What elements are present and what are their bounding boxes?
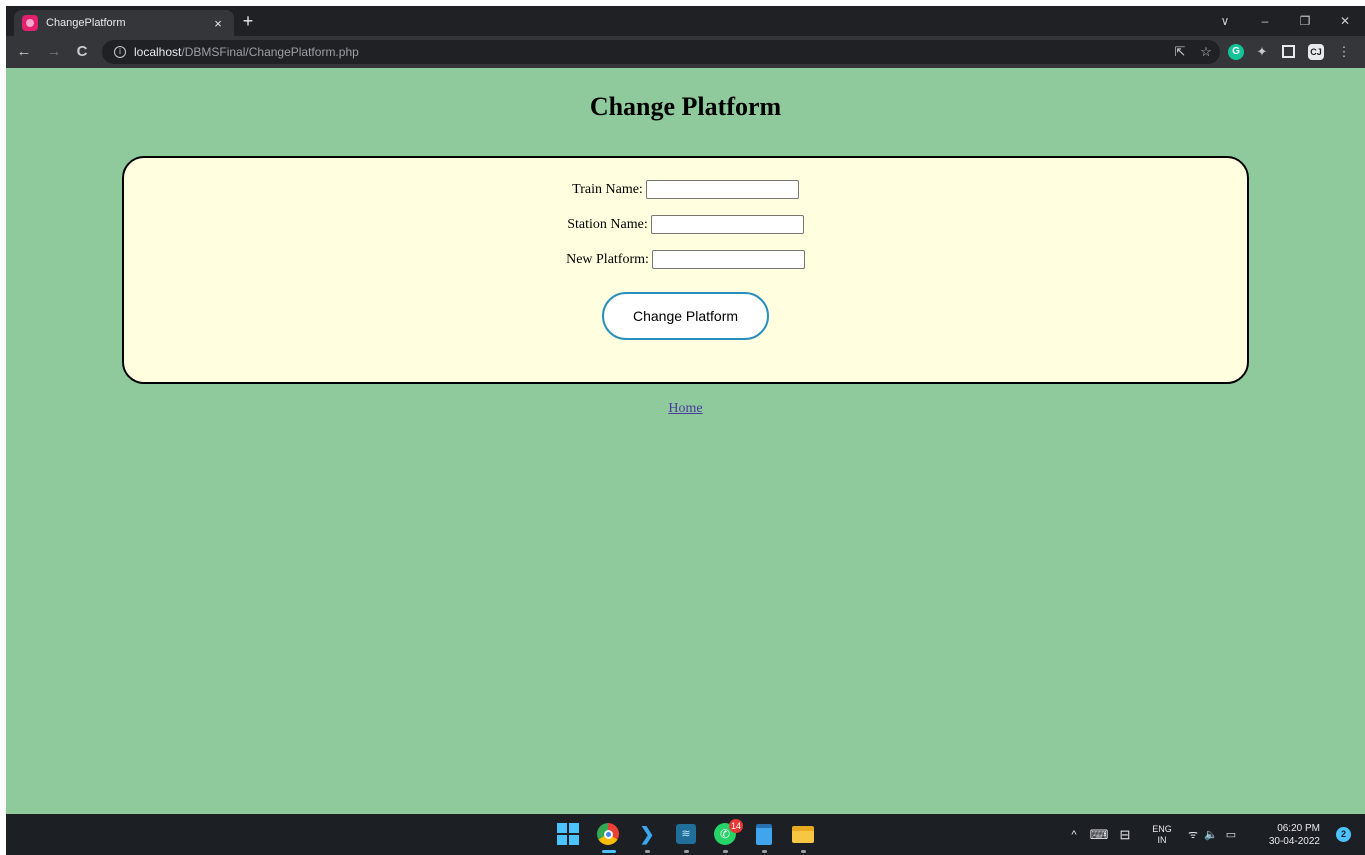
mysql-icon: ≋ [676, 824, 696, 844]
train-name-input[interactable] [645, 180, 799, 199]
reload-button[interactable]: C [72, 43, 92, 61]
wifi-icon[interactable]: ᯤ [1184, 814, 1202, 855]
clock-date: 30-04-2022 [1268, 835, 1320, 847]
battery-icon[interactable]: ▭ [1222, 814, 1240, 855]
taskbar-vscode[interactable]: ❯ [635, 822, 659, 846]
windows-logo-icon [557, 823, 579, 845]
tab-strip: ChangePlatform × + ∨ – ❐ ✕ [6, 6, 1365, 36]
vscode-icon: ❯ [639, 824, 655, 844]
extensions-puzzle-icon[interactable]: ✦ [1254, 44, 1270, 60]
tab-title: ChangePlatform [46, 17, 126, 29]
explorer-running-indicator [801, 850, 806, 853]
tab-changeplatform[interactable]: ChangePlatform × [14, 10, 234, 36]
browser-toolbar: ← → C i localhost /DBMSFinal/ChangePlatf… [6, 36, 1365, 68]
home-link-row: Home [6, 401, 1365, 417]
clock-time: 06:20 PM [1277, 822, 1320, 834]
back-button[interactable]: ← [14, 43, 34, 61]
page-body: Change Platform Train Name: Station Name… [6, 68, 1365, 814]
notification-count-badge[interactable]: 2 [1336, 827, 1351, 842]
train-name-row: Train Name: [124, 180, 1247, 199]
taskbar-mysql-workbench[interactable]: ≋ [674, 822, 698, 846]
taskbar-notepad[interactable] [752, 822, 776, 846]
grammarly-extension-icon[interactable]: G [1228, 44, 1244, 60]
start-button[interactable] [556, 822, 580, 846]
vscode-running-indicator [645, 850, 650, 853]
folder-icon [792, 825, 814, 843]
restore-button[interactable]: ❐ [1290, 10, 1320, 32]
change-platform-form: Train Name: Station Name: New Platform: … [122, 156, 1249, 384]
whatsapp-running-indicator [723, 850, 728, 853]
share-icon[interactable]: ⇱ [1172, 44, 1188, 60]
language-region: IN [1157, 834, 1167, 845]
page-title: Change Platform [589, 92, 782, 121]
tab-close-icon[interactable]: × [210, 16, 226, 31]
url-path: /DBMSFinal/ChangePlatform.php [181, 45, 359, 59]
taskbar: ❯ ≋ ✆ 14 ^ ⌨ ⊟ ENG IN ᯤ 🔈 ▭ 06:20 PM 30-… [6, 814, 1365, 855]
notepad-running-indicator [762, 850, 767, 853]
forward-button[interactable]: → [44, 43, 64, 61]
chrome-active-indicator [602, 850, 616, 853]
address-bar[interactable]: i localhost /DBMSFinal/ChangePlatform.ph… [102, 40, 1220, 64]
site-info-icon[interactable]: i [114, 46, 126, 58]
minimize-button[interactable]: – [1250, 10, 1280, 32]
tab-favicon-icon [22, 15, 38, 31]
url-host: localhost [134, 45, 182, 59]
station-name-input[interactable] [650, 215, 804, 234]
touch-keyboard-icon[interactable]: ⌨ [1088, 814, 1110, 855]
new-tab-button[interactable]: + [238, 11, 258, 31]
taskbar-whatsapp[interactable]: ✆ 14 [713, 819, 743, 846]
browser-chrome: ChangePlatform × + ∨ – ❐ ✕ ← → C i local… [6, 6, 1365, 68]
taskbar-chrome[interactable] [596, 822, 620, 846]
language-code: ENG [1152, 823, 1172, 834]
close-window-button[interactable]: ✕ [1330, 10, 1360, 32]
side-panel-icon[interactable] [1282, 45, 1295, 58]
display-icon[interactable]: ⊟ [1114, 814, 1136, 855]
home-link[interactable]: Home [668, 401, 702, 416]
tab-search-icon[interactable]: ∨ [1210, 10, 1240, 32]
language-indicator[interactable]: ENG IN [1148, 814, 1176, 855]
new-platform-input[interactable] [651, 250, 805, 269]
browser-menu-icon[interactable]: ⋮ [1336, 44, 1352, 60]
mysql-running-indicator [684, 850, 689, 853]
clock[interactable]: 06:20 PM 30-04-2022 [1254, 814, 1320, 855]
new-platform-row: New Platform: [124, 250, 1247, 269]
station-name-row: Station Name: [124, 215, 1247, 234]
cj-extension-icon[interactable]: CJ [1308, 44, 1324, 60]
volume-icon[interactable]: 🔈 [1202, 814, 1220, 855]
new-platform-label: New Platform: [566, 251, 649, 267]
tray-overflow-chevron-icon[interactable]: ^ [1064, 814, 1084, 855]
bookmark-star-icon[interactable]: ☆ [1198, 44, 1214, 60]
notepad-icon [756, 823, 772, 845]
change-platform-button[interactable]: Change Platform [602, 292, 769, 340]
whatsapp-badge: 14 [728, 819, 743, 833]
station-name-label: Station Name: [567, 216, 648, 232]
chrome-icon [597, 823, 619, 845]
train-name-label: Train Name: [572, 181, 643, 197]
taskbar-file-explorer[interactable] [791, 822, 815, 846]
